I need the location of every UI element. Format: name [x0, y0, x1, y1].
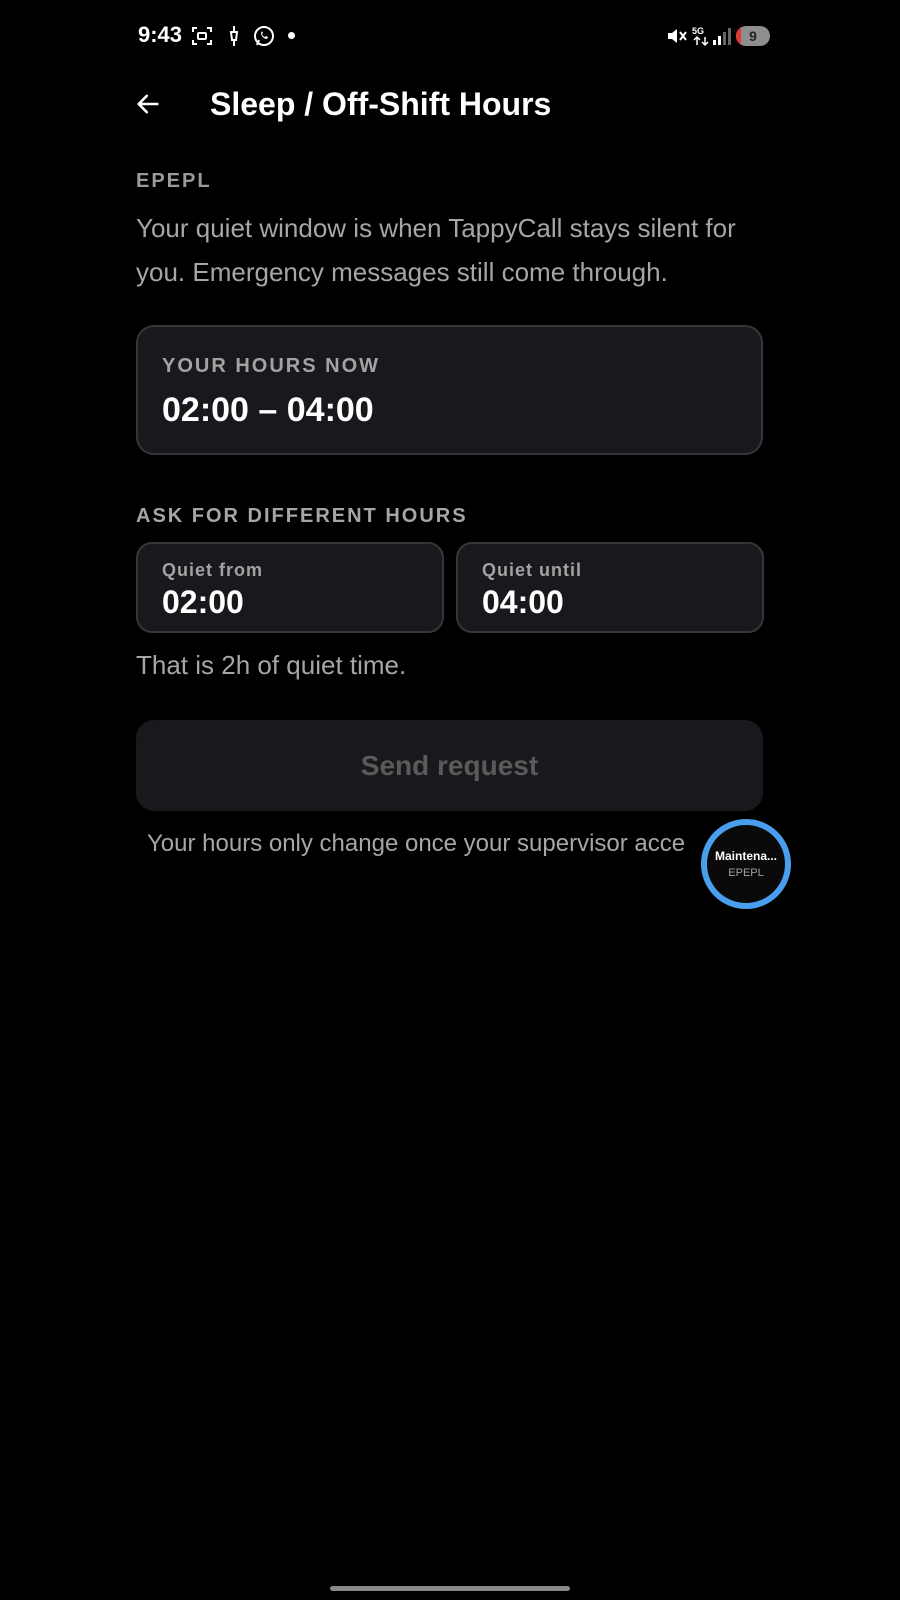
screenshot-icon — [192, 27, 212, 45]
status-bar: 9:43 5G 9 — [0, 0, 900, 72]
notification-dot-icon — [288, 32, 295, 39]
quiet-from-value: 02:00 — [162, 584, 244, 620]
duration-note: That is 2h of quiet time. — [136, 650, 407, 680]
send-request-button[interactable]: Send request — [136, 720, 763, 811]
current-hours-card: YOUR HOURS NOW 02:00 – 04:00 — [136, 325, 763, 455]
current-hours-value: 02:00 – 04:00 — [162, 391, 374, 429]
quiet-until-value: 04:00 — [482, 584, 564, 620]
org-label: EPEPL — [136, 170, 212, 192]
home-indicator[interactable] — [330, 1586, 570, 1591]
pen-icon — [229, 26, 239, 46]
whatsapp-icon — [254, 26, 274, 46]
floating-app-bubble[interactable]: Maintena... EPEPL — [701, 819, 791, 909]
signal-icon — [713, 28, 731, 45]
bubble-subtitle: EPEPL — [728, 867, 764, 879]
battery-level: 9 — [749, 28, 757, 44]
current-hours-label: YOUR HOURS NOW — [162, 355, 380, 377]
page-title: Sleep / Off-Shift Hours — [210, 86, 552, 122]
request-section-label: ASK FOR DIFFERENT HOURS — [136, 505, 468, 527]
quiet-until-field[interactable]: Quiet until 04:00 — [456, 542, 764, 633]
quiet-from-field[interactable]: Quiet from 02:00 — [136, 542, 444, 633]
battery-icon: 9 — [736, 26, 770, 46]
screen: 9:43 5G 9 Sleep / Off-Shift Hours EPEPL … — [0, 0, 900, 1600]
bubble-title: Maintena... — [714, 849, 777, 863]
description-text: Your quiet window is when TappyCall stay… — [136, 213, 736, 287]
approval-footnote: Your hours only change once your supervi… — [147, 830, 686, 857]
status-time: 9:43 — [138, 22, 183, 47]
arrow-left-icon — [137, 94, 159, 114]
svg-text:5G: 5G — [692, 26, 704, 36]
quiet-from-label: Quiet from — [162, 560, 264, 580]
quiet-until-label: Quiet until — [482, 560, 582, 580]
mute-icon — [668, 29, 687, 43]
back-button[interactable] — [128, 84, 168, 124]
